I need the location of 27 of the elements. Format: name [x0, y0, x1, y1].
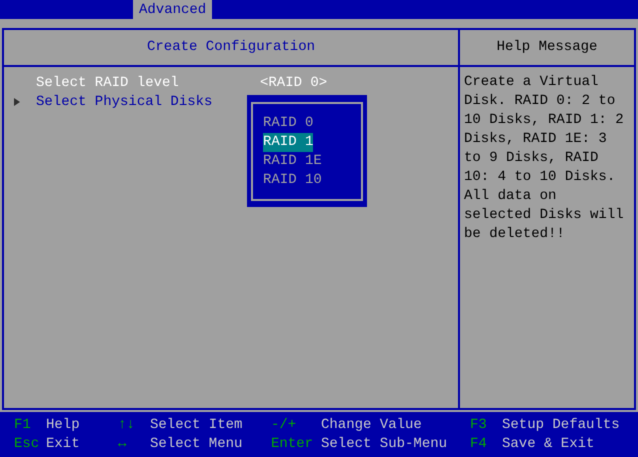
popup-option[interactable]: RAID 1 — [263, 133, 314, 152]
key-action: Setup Defaults — [502, 416, 620, 434]
key-action: Save & Exit — [502, 434, 594, 454]
key-hint: -/+ — [271, 416, 298, 434]
key-hint: ↑↓ — [118, 416, 136, 434]
panel-title: Create Configuration — [4, 30, 458, 67]
help-text: Create a Virtual Disk. RAID 0: 2 to 10 Disks, RAID 1: 2 Disks, RAID 1E: 3 to 9 Disks, RAID 10: 4 to 10 Disks. All data on selected Disks will be deleted!! — [463, 73, 625, 244]
help-title: Help Message — [460, 30, 634, 67]
key-action: Select Sub-Menu — [321, 434, 448, 454]
submenu-arrow-icon — [14, 98, 20, 106]
setup-value[interactable]: <RAID 0> — [260, 74, 328, 90]
key-action: Help — [46, 416, 80, 434]
popup-option[interactable]: RAID 0 — [263, 114, 314, 133]
key-action: Select Menu — [150, 434, 242, 454]
key-hint: F1 — [14, 416, 32, 434]
key-hint: F3 — [470, 416, 488, 434]
key-hint: Enter — [271, 434, 314, 454]
key-action: Change Value — [321, 416, 422, 434]
menu-tab[interactable]: Advanced — [133, 0, 212, 19]
key-hint: ↔ — [118, 434, 128, 454]
key-action: Exit — [46, 434, 80, 454]
key-action: Select Item — [150, 416, 242, 434]
popup-option[interactable]: RAID 10 — [263, 171, 322, 190]
key-hint: Esc — [14, 434, 40, 454]
key-hint: F4 — [470, 434, 488, 454]
popup-option[interactable]: RAID 1E — [263, 152, 322, 171]
setup-item[interactable]: Select RAID level — [36, 74, 260, 90]
